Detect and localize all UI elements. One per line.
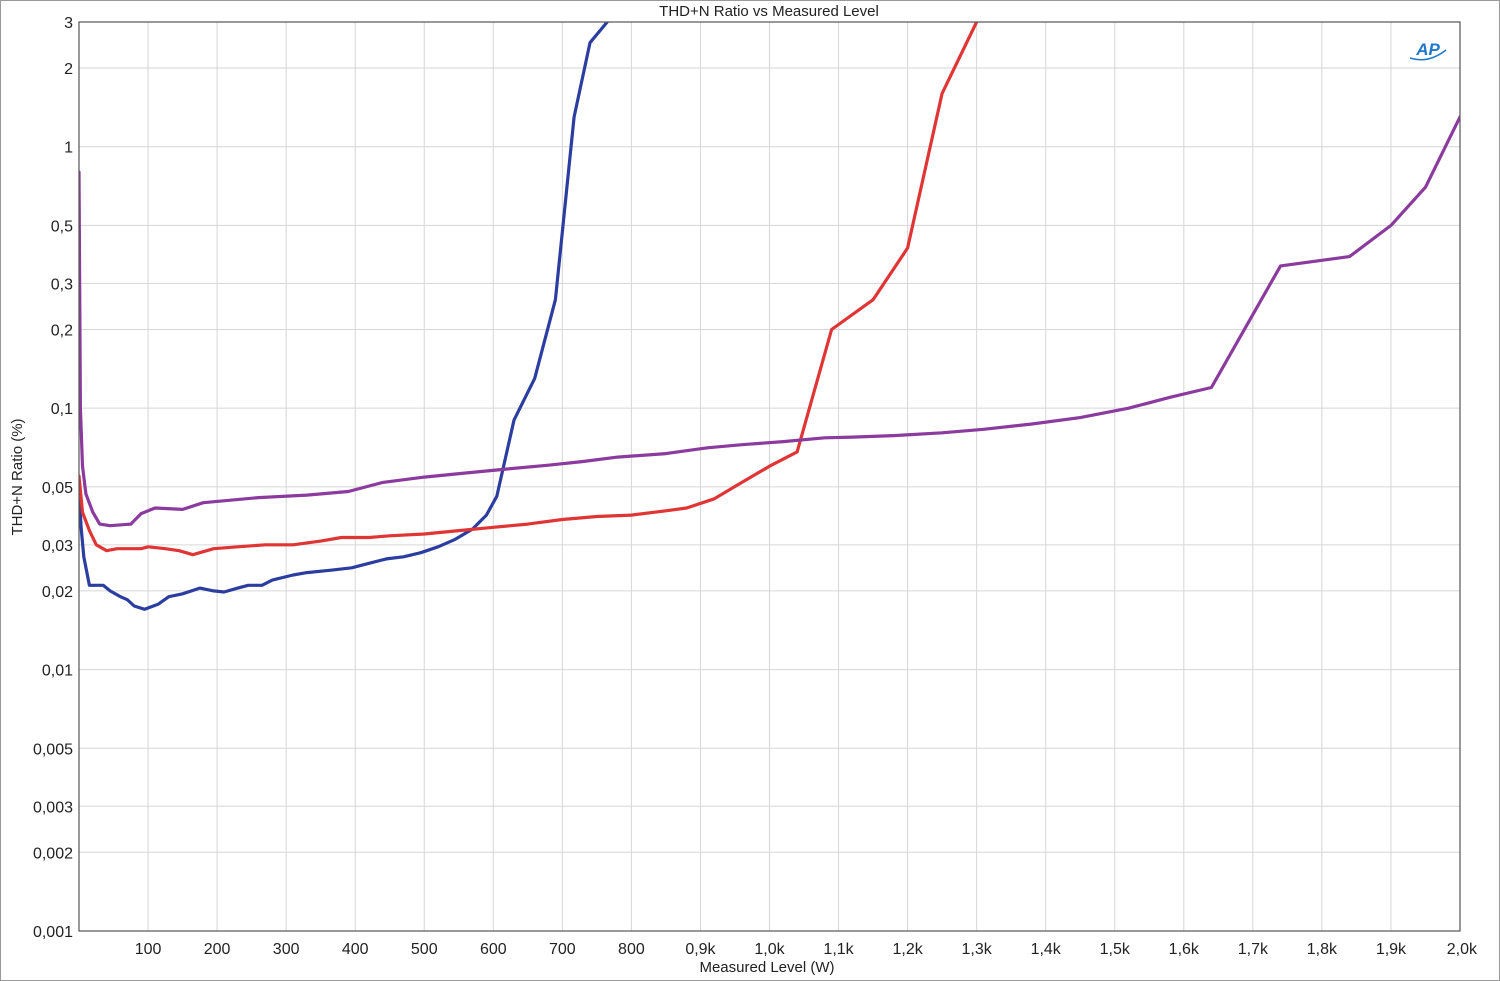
x-tick-label: 300 (273, 941, 300, 958)
y-tick-label: 1 (64, 140, 73, 157)
x-axis-label: Measured Level (W) (699, 959, 834, 976)
x-tick-label: 1,1k (823, 941, 854, 958)
y-tick-label: 0,02 (42, 584, 73, 601)
chart-frame: 3 2 1 0,5 0,3 0,2 0,1 0,05 0,03 0,02 0,01 0,005 0,00… (0, 0, 1500, 981)
x-tick-label: 400 (342, 941, 369, 958)
x-tick-label: 2,0k (1447, 941, 1478, 958)
y-tick-label: 0,005 (33, 741, 73, 758)
x-tick-label: 0,9k (685, 941, 716, 958)
y-tick-label: 0,002 (33, 845, 73, 862)
y-tick-label: 0,001 (33, 924, 73, 941)
x-tick-label: 1,2k (892, 941, 923, 958)
x-tick-label: 1,6k (1169, 941, 1200, 958)
x-tick-label: 1,9k (1376, 941, 1407, 958)
x-tick-label: 1,8k (1307, 941, 1338, 958)
x-tick-label: 1,0k (754, 941, 785, 958)
x-tick-label: 700 (549, 941, 576, 958)
y-tick-label: 0,2 (51, 322, 73, 339)
y-tick-label: 0,003 (33, 799, 73, 816)
y-tick-label: 0,05 (42, 480, 73, 497)
x-tick-label: 800 (618, 941, 645, 958)
grid (79, 21, 1461, 932)
chart-title: THD+N Ratio vs Measured Level (659, 3, 879, 20)
y-tick-label: 0,03 (42, 538, 73, 555)
x-tick-label: 1,3k (962, 941, 993, 958)
x-tick-label: 500 (411, 941, 438, 958)
x-tick-label: 100 (135, 941, 162, 958)
y-tick-label: 3 (64, 15, 73, 32)
x-tick-label: 200 (204, 941, 231, 958)
x-tick-label: 1,7k (1238, 941, 1269, 958)
x-tick-label: 1,4k (1031, 941, 1062, 958)
y-tick-label: 0,5 (51, 218, 73, 235)
y-tick-label: 2 (64, 61, 73, 78)
x-tick-label: 600 (480, 941, 507, 958)
y-tick-label: 0,1 (51, 401, 73, 418)
y-axis-label: THD+N Ratio (%) (9, 418, 26, 535)
thdn-chart: 3 2 1 0,5 0,3 0,2 0,1 0,05 0,03 0,02 0,01 0,005 0,00… (0, 0, 1500, 981)
x-tick-label: 1,5k (1100, 941, 1131, 958)
y-tick-label: 0,01 (42, 663, 73, 680)
y-tick-label: 0,3 (51, 276, 73, 293)
